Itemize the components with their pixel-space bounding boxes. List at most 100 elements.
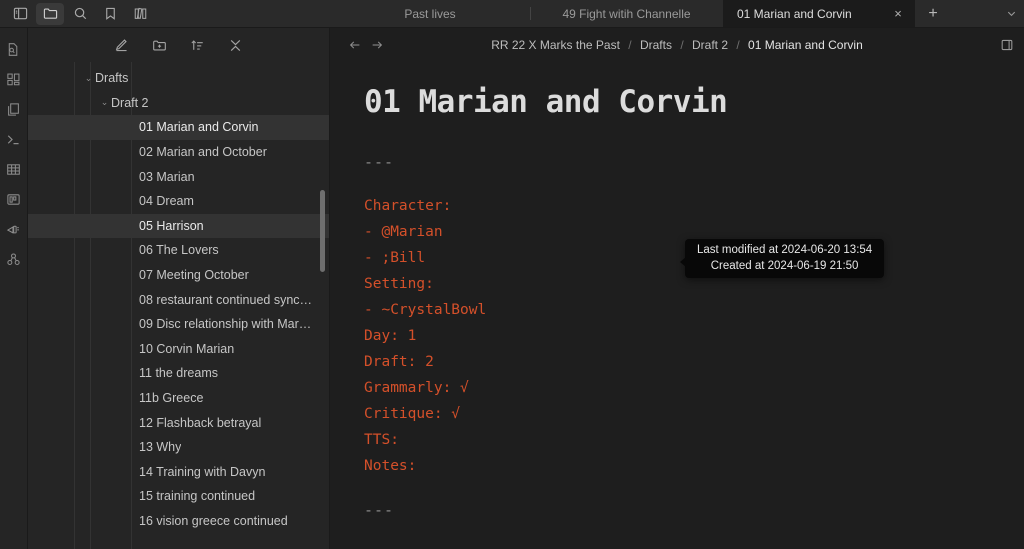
file-tree-item[interactable]: 06 The Lovers <box>28 238 329 263</box>
file-tree-item-label: 12 Flashback betrayal <box>139 416 261 430</box>
file-tree-item-label: 05 Harrison <box>139 219 204 233</box>
file-tree-item[interactable]: 07 Meeting October <box>28 263 329 288</box>
file-tree-item-label: 07 Meeting October <box>139 268 249 282</box>
file-tree-item[interactable]: ⌄Drafts <box>28 66 329 91</box>
file-tree-item-label: 10 Corvin Marian <box>139 342 234 356</box>
sidebar-scrollbar-thumb[interactable] <box>320 190 325 272</box>
file-tree-item[interactable]: 03 Marian <box>28 164 329 189</box>
file-info-tooltip: Last modified at 2024-06-20 13:54 Create… <box>685 239 884 278</box>
frontmatter-line: Character: <box>364 193 1024 219</box>
file-tree-item-label: 14 Training with Davyn <box>139 465 265 479</box>
arrow-left-icon[interactable] <box>344 34 366 56</box>
file-tree-item[interactable]: 15 training continued <box>28 484 329 509</box>
window-toolbar <box>0 0 330 27</box>
tab-strip: Past lives 49 Fight witih Channelle 01 M… <box>330 0 1024 27</box>
terminal-icon[interactable] <box>3 128 25 150</box>
file-tree-item-label: 03 Marian <box>139 170 195 184</box>
collapse-all-icon[interactable] <box>226 35 246 55</box>
bookmark-icon[interactable] <box>96 3 124 25</box>
tab-label: 01 Marian and Corvin <box>737 7 852 21</box>
titlebar: Past lives 49 Fight witih Channelle 01 M… <box>0 0 1024 28</box>
file-tree-item[interactable]: 04 Dream <box>28 189 329 214</box>
file-tree-item-label: 09 Disc relationship with Marian… <box>139 317 313 331</box>
tab-fight-with-channelle[interactable]: 49 Fight witih Channelle <box>530 0 723 27</box>
file-tree-item-label: Drafts <box>95 71 128 85</box>
file-tree-item[interactable]: 13 Why <box>28 435 329 460</box>
breadcrumb-separator: / <box>680 38 683 52</box>
close-icon[interactable]: × <box>891 7 905 21</box>
workspace: ⌄Drafts⌄Draft 201 Marian and Corvin02 Ma… <box>0 28 1024 549</box>
breadcrumb-separator: / <box>628 38 631 52</box>
file-tree-item-label: 08 restaurant continued synchr… <box>139 293 313 307</box>
file-explorer-sidebar: ⌄Drafts⌄Draft 201 Marian and Corvin02 Ma… <box>28 28 330 549</box>
tab-past-lives[interactable]: Past lives <box>330 0 530 27</box>
icon-rail <box>0 28 28 549</box>
breadcrumb-item-drafts[interactable]: Drafts <box>640 38 672 52</box>
layout-grid-icon[interactable] <box>3 68 25 90</box>
tab-label: 49 Fight witih Channelle <box>562 7 690 21</box>
new-tab-button[interactable]: + <box>915 0 951 27</box>
chevron-down-icon[interactable] <box>998 0 1024 27</box>
announce-icon[interactable] <box>3 218 25 240</box>
document-body[interactable]: 01 Marian and Corvin --- Character:- @Ma… <box>330 62 1024 549</box>
frontmatter-line: Critique: √ <box>364 401 1024 427</box>
tab-label: Past lives <box>404 7 455 21</box>
panel-toggle-icon[interactable] <box>1000 38 1014 52</box>
kanban-icon[interactable] <box>3 188 25 210</box>
graph-network-icon[interactable] <box>3 248 25 270</box>
breadcrumb-separator: / <box>736 38 739 52</box>
frontmatter-line: Notes: <box>364 453 1024 479</box>
copy-files-icon[interactable] <box>3 98 25 120</box>
sidebar-toggle-icon[interactable] <box>6 3 34 25</box>
chevron-down-icon[interactable]: ⌄ <box>98 97 111 108</box>
file-tree[interactable]: ⌄Drafts⌄Draft 201 Marian and Corvin02 Ma… <box>28 62 329 549</box>
library-icon[interactable] <box>126 3 154 25</box>
file-tree-item[interactable]: 11b Greece <box>28 386 329 411</box>
explorer-toolbar <box>28 28 329 62</box>
file-tree-item[interactable]: 01 Marian and Corvin <box>28 115 329 140</box>
file-tree-item-label: 02 Marian and October <box>139 145 267 159</box>
sort-icon[interactable] <box>188 35 208 55</box>
file-tree-rows: ⌄Drafts⌄Draft 201 Marian and Corvin02 Ma… <box>28 66 329 533</box>
frontmatter-line: TTS: <box>364 427 1024 453</box>
chevron-down-icon[interactable]: ⌄ <box>82 73 95 84</box>
arrow-right-icon[interactable] <box>366 34 388 56</box>
search-icon[interactable] <box>66 3 94 25</box>
breadcrumb-item-current[interactable]: 01 Marian and Corvin <box>748 38 863 52</box>
file-tree-item-label: 13 Why <box>139 440 181 454</box>
file-tree-item-label: 11 the dreams <box>139 366 218 380</box>
app-window: Past lives 49 Fight witih Channelle 01 M… <box>0 0 1024 549</box>
file-tree-item-label: 11b Greece <box>139 391 203 405</box>
file-tree-item[interactable]: 11 the dreams <box>28 361 329 386</box>
table-icon[interactable] <box>3 158 25 180</box>
frontmatter-line: - ~CrystalBowl <box>364 297 1024 323</box>
new-folder-icon[interactable] <box>150 35 170 55</box>
frontmatter-block: Character:- @Marian- ;BillSetting:- ~Cry… <box>364 193 1024 479</box>
tab-marian-and-corvin[interactable]: 01 Marian and Corvin × <box>723 0 915 27</box>
breadcrumb-item-vault[interactable]: RR 22 X Marks the Past <box>491 38 620 52</box>
frontmatter-line: Grammarly: √ <box>364 375 1024 401</box>
file-tree-item-label: 15 training continued <box>139 489 255 503</box>
file-tree-item[interactable]: 16 vision greece continued <box>28 509 329 534</box>
folder-icon[interactable] <box>36 3 64 25</box>
file-search-icon[interactable] <box>3 38 25 60</box>
file-tree-item[interactable]: 02 Marian and October <box>28 140 329 165</box>
breadcrumb-bar: RR 22 X Marks the Past / Drafts / Draft … <box>330 28 1024 62</box>
page-title: 01 Marian and Corvin <box>364 84 1024 121</box>
file-tree-item[interactable]: 12 Flashback betrayal <box>28 410 329 435</box>
tooltip-created: Created at 2024-06-19 21:50 <box>697 258 872 274</box>
file-tree-item[interactable]: 14 Training with Davyn <box>28 460 329 485</box>
file-tree-item[interactable]: ⌄Draft 2 <box>28 91 329 116</box>
breadcrumb: RR 22 X Marks the Past / Drafts / Draft … <box>330 38 1024 52</box>
new-note-icon[interactable] <box>112 35 132 55</box>
tabstrip-spacer <box>951 0 998 27</box>
tooltip-last-modified: Last modified at 2024-06-20 13:54 <box>697 242 872 258</box>
file-tree-item[interactable]: 09 Disc relationship with Marian… <box>28 312 329 337</box>
file-tree-item[interactable]: 10 Corvin Marian <box>28 337 329 362</box>
file-tree-item[interactable]: 08 restaurant continued synchr… <box>28 287 329 312</box>
file-tree-item[interactable]: 05 Harrison <box>28 214 329 239</box>
frontmatter-top-rule: --- <box>364 149 1024 175</box>
breadcrumb-item-draft2[interactable]: Draft 2 <box>692 38 728 52</box>
file-tree-item-label: Draft 2 <box>111 96 149 110</box>
frontmatter-bottom-rule: --- <box>364 497 1024 523</box>
